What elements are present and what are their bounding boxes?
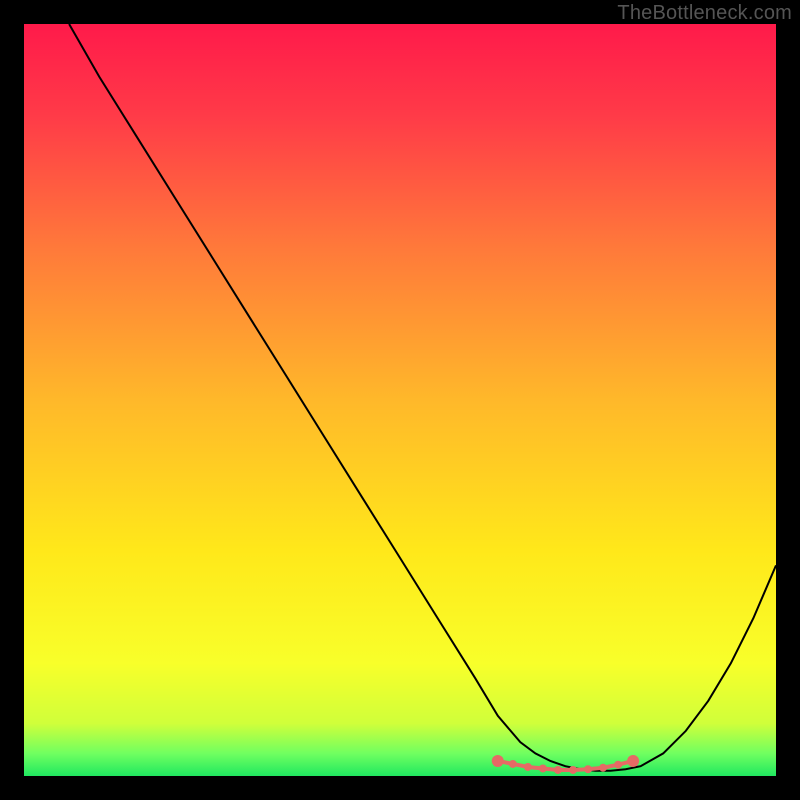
chart-frame (24, 24, 776, 776)
bottleneck-curve-chart (24, 24, 776, 776)
watermark-text: TheBottleneck.com (617, 2, 792, 25)
